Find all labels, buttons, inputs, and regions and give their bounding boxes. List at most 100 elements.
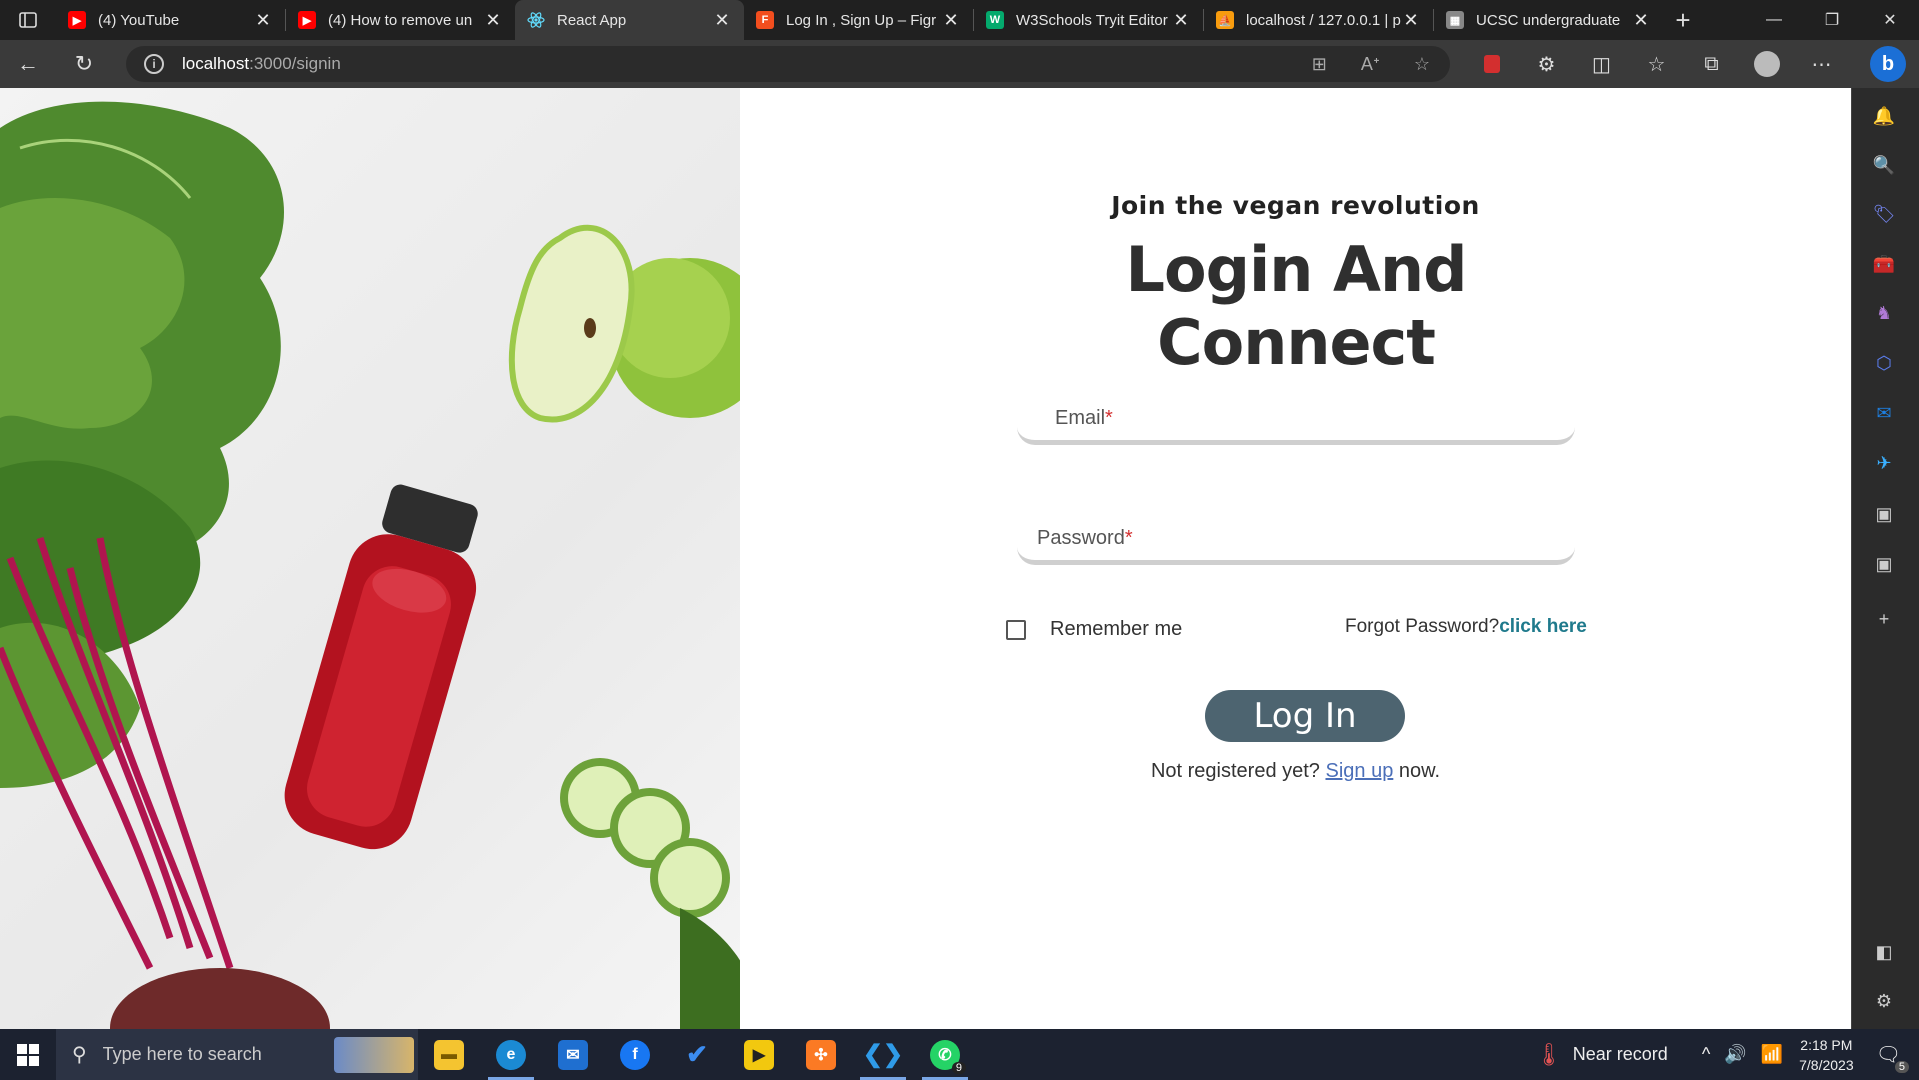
tab-w3schools[interactable]: W W3Schools Tryit Editor ✕ — [974, 0, 1203, 40]
outlook-icon[interactable]: ✉ — [1872, 401, 1896, 425]
collections-icon[interactable]: ⧉ — [1684, 53, 1739, 76]
tab-ucsc[interactable]: ▦ UCSC undergraduate ✕ — [1434, 0, 1663, 40]
close-icon[interactable]: ✕ — [1171, 10, 1191, 31]
search-icon: ⚲ — [72, 1044, 87, 1066]
password-field[interactable]: Password* — [1017, 513, 1575, 565]
browser-toolbar: ⚙ ◫ ☆ ⧉ ⋯ — [1464, 40, 1849, 88]
youtube-icon: ▶ — [298, 11, 316, 29]
bing-chat-icon[interactable]: b — [1870, 46, 1906, 82]
close-window-icon[interactable]: ✕ — [1861, 0, 1919, 40]
signup-link[interactable]: Sign up — [1325, 760, 1393, 782]
email-field[interactable]: Email* — [1017, 393, 1575, 445]
edge-browser-icon[interactable]: e — [480, 1029, 542, 1080]
juice-bottle-image — [284, 484, 478, 850]
minimize-icon[interactable]: — — [1745, 0, 1803, 40]
chevron-up-icon[interactable]: ^ — [1702, 1044, 1710, 1065]
info-icon[interactable]: i — [144, 54, 164, 74]
drop-icon[interactable]: ✈ — [1872, 451, 1896, 475]
remember-me[interactable]: Remember me — [1006, 618, 1182, 641]
page-title: Login And Connect — [1125, 233, 1468, 379]
tab-react-app[interactable]: React App ✕ — [515, 0, 744, 40]
tab-title: W3Schools Tryit Editor — [1016, 11, 1168, 29]
favorite-star-icon[interactable]: ☆ — [1414, 54, 1430, 75]
app-icon[interactable]: ▣ — [1872, 502, 1896, 526]
app-available-icon[interactable]: ⊞ — [1312, 54, 1327, 75]
react-icon — [527, 11, 545, 29]
tab-actions-icon[interactable] — [0, 0, 56, 40]
close-icon[interactable]: ✕ — [253, 10, 273, 31]
weather-text[interactable]: Near record — [1573, 1044, 1668, 1065]
tab-phpmyadmin[interactable]: ⛵ localhost / 127.0.0.1 | p ✕ — [1204, 0, 1433, 40]
forgot-text: Forgot Password? — [1345, 616, 1500, 637]
youtube-icon: ▶ — [68, 11, 86, 29]
close-icon[interactable]: ✕ — [712, 10, 732, 31]
search-placeholder: Type here to search — [102, 1044, 262, 1064]
notification-bell-icon[interactable]: 🔔 — [1872, 104, 1896, 128]
tab-title: (4) YouTube — [98, 11, 180, 29]
favorites-icon[interactable]: ☆ — [1629, 52, 1684, 77]
close-icon[interactable]: ✕ — [1401, 10, 1421, 31]
password-input[interactable] — [1017, 513, 1575, 560]
login-button[interactable]: Log In — [1205, 690, 1405, 742]
todo-icon[interactable]: ✔ — [666, 1029, 728, 1080]
network-icon[interactable]: 📶 — [1761, 1044, 1783, 1065]
forgot-password-link[interactable]: click here — [1499, 616, 1587, 637]
vscode-icon[interactable]: ❮❯ — [852, 1029, 914, 1080]
xampp-icon[interactable]: ✣ — [790, 1029, 852, 1080]
beet-root-image — [110, 968, 330, 1029]
sidebar-toggle-icon[interactable]: ◧ — [1872, 940, 1896, 964]
notifications-icon[interactable]: 🗨 5 — [1876, 1042, 1909, 1073]
shopping-tag-icon[interactable]: 🏷 — [1872, 202, 1896, 226]
signup-prompt: Not registered yet? Sign up now. — [1150, 760, 1441, 782]
mail-icon[interactable]: ✉ — [542, 1029, 604, 1080]
add-icon[interactable]: + — [1872, 607, 1896, 631]
system-tray: 🌡 Near record ^ 🔊 📶 2:18 PM 7/8/2023 🗨 5 — [1535, 1029, 1919, 1080]
close-icon[interactable]: ✕ — [1631, 10, 1651, 31]
tab-youtube-howto[interactable]: ▶ (4) How to remove un ✕ — [286, 0, 515, 40]
microsoft-365-icon[interactable]: ⬡ — [1872, 351, 1896, 375]
taskbar-search[interactable]: ⚲ Type here to search — [56, 1029, 418, 1080]
more-options-icon[interactable]: ⋯ — [1794, 52, 1849, 77]
url-field[interactable]: i localhost:3000/signin ⊞ Aᐩ ☆ — [126, 46, 1450, 82]
file-explorer-icon[interactable]: ▬ — [418, 1029, 480, 1080]
back-icon[interactable]: ← — [0, 40, 56, 88]
w3schools-icon: W — [986, 11, 1004, 29]
notifications-badge: 5 — [1894, 1061, 1909, 1073]
url-path: :3000/signin — [249, 54, 341, 73]
cucumber-image — [560, 758, 740, 1029]
thermometer-icon: 🌡 — [1534, 1041, 1563, 1067]
remember-checkbox[interactable] — [1006, 619, 1026, 640]
extension-lock-icon[interactable] — [1464, 55, 1519, 73]
clock[interactable]: 2:18 PM 7/8/2023 — [1799, 1035, 1854, 1075]
new-tab-button[interactable]: + — [1663, 5, 1703, 36]
games-icon[interactable]: ♞ — [1872, 301, 1896, 325]
profile-avatar-icon[interactable] — [1739, 51, 1794, 77]
tab-youtube[interactable]: ▶ (4) YouTube ✕ — [56, 0, 285, 40]
remember-label: Remember me — [1050, 618, 1183, 640]
whatsapp-icon[interactable]: ✆ 9 — [914, 1029, 976, 1080]
volume-icon[interactable]: 🔊 — [1724, 1044, 1746, 1065]
app-icon-2[interactable]: ▣ — [1872, 552, 1896, 576]
tab-title: (4) How to remove un — [328, 11, 473, 29]
search-highlight-icon — [334, 1037, 414, 1073]
login-form: Join the vegan revolution Login And Conn… — [740, 88, 1851, 1029]
windows-start-icon[interactable] — [0, 1029, 56, 1080]
split-screen-icon[interactable]: ◫ — [1574, 52, 1629, 77]
read-aloud-icon[interactable]: Aᐩ — [1361, 54, 1380, 75]
tab-figma[interactable]: F Log In , Sign Up – Figr ✕ — [744, 0, 973, 40]
whatsapp-badge: 9 — [951, 1062, 966, 1074]
tools-icon[interactable]: 🧰 — [1872, 252, 1896, 276]
settings-gear-icon[interactable]: ⚙ — [1872, 989, 1896, 1013]
facebook-icon[interactable]: f — [604, 1029, 666, 1080]
email-input[interactable] — [1017, 393, 1575, 440]
close-icon[interactable]: ✕ — [483, 10, 503, 31]
extensions-icon[interactable]: ⚙ — [1519, 52, 1574, 77]
clock-date: 7/8/2023 — [1799, 1056, 1854, 1073]
restore-icon[interactable]: ❐ — [1803, 0, 1861, 40]
refresh-icon[interactable]: ↻ — [56, 40, 112, 88]
search-icon[interactable]: 🔍 — [1872, 153, 1896, 177]
tagline: Join the vegan revolution — [1111, 191, 1480, 220]
tab-title: React App — [557, 11, 627, 29]
kmplayer-icon[interactable]: ▶ — [728, 1029, 790, 1080]
close-icon[interactable]: ✕ — [941, 10, 961, 31]
